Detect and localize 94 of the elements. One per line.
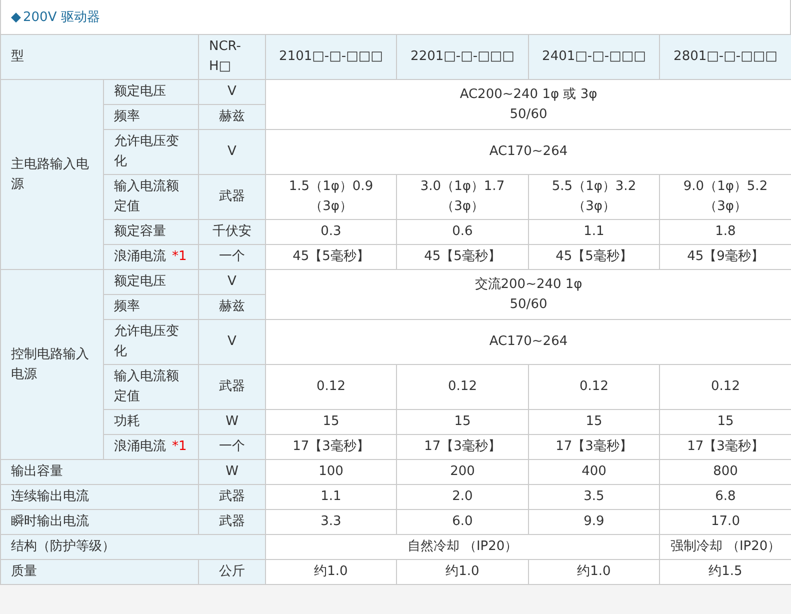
table-cell: 800 (660, 460, 791, 484)
header-cell: 2101□-□-□□□ (266, 34, 396, 80)
header-cell: 千伏安 (198, 220, 266, 244)
header-cell: 频率 (104, 104, 198, 130)
table-cell: 自然冷却 （IP20） (266, 534, 660, 560)
table-cell: 0.6 (396, 220, 528, 244)
table-cell: 15 (528, 410, 660, 434)
header-cell: 武器 (198, 484, 266, 510)
table-cell: 约1.5 (660, 560, 791, 584)
cell-text: 交流200~240 1φ (474, 276, 584, 294)
header-cell: 频率 (104, 294, 198, 320)
cell-text: 浪涌电流 (114, 439, 166, 454)
cell-text: NCR- (209, 38, 242, 56)
header-cell: W (198, 410, 266, 434)
cell-text: 浪涌电流 (114, 249, 166, 264)
table-cell: 400 (528, 460, 660, 484)
table-cell: 45【5毫秒】 (528, 244, 660, 270)
table-cell: 0.3 (266, 220, 396, 244)
table-cell: 17【3毫秒】 (266, 434, 396, 460)
header-cell: 2401□-□-□□□ (528, 34, 660, 80)
table-cell: 45【5毫秒】 (396, 244, 528, 270)
table-cell: 3.5 (528, 484, 660, 510)
cell-text: H□ (209, 58, 232, 76)
cell-text: 50/60 (508, 106, 548, 124)
header-cell: V (198, 320, 266, 364)
header-cell: 控制电路输入电源 (0, 270, 104, 460)
header-cell: 允许电压变化 (104, 130, 198, 174)
header-cell: 输入电流额定值 (104, 174, 198, 220)
table-cell: 15 (396, 410, 528, 434)
table-cell: 0.12 (660, 364, 791, 410)
header-cell: 武器 (198, 174, 266, 220)
header-cell: 主电路输入电源 (0, 80, 104, 270)
header-cell: 额定容量 (104, 220, 198, 244)
header-cell: 结构（防护等级） (0, 534, 266, 560)
table-cell: 约1.0 (266, 560, 396, 584)
header-cell: 2801□-□-□□□ (660, 34, 791, 80)
header-cell: 型 (0, 34, 198, 80)
table-cell: 0.12 (528, 364, 660, 410)
table-cell: 0.12 (396, 364, 528, 410)
table-cell: 1.8 (660, 220, 791, 244)
header-cell: 一个 (198, 244, 266, 270)
header-cell: V (198, 80, 266, 104)
table-cell: 1.5（1φ）0.9（3φ） (266, 174, 396, 220)
table-cell: 17【3毫秒】 (660, 434, 791, 460)
table-cell: AC170~264 (266, 130, 791, 174)
table-cell: 200 (396, 460, 528, 484)
table-cell: 1.1 (528, 220, 660, 244)
table-cell: 45【5毫秒】 (266, 244, 396, 270)
header-cell: 赫兹 (198, 104, 266, 130)
table-cell: 17【3毫秒】 (396, 434, 528, 460)
table-cell: 17.0 (660, 510, 791, 534)
table-cell: 6.8 (660, 484, 791, 510)
header-cell: 2201□-□-□□□ (396, 34, 528, 80)
header-cell: V (198, 130, 266, 174)
header-cell: 武器 (198, 510, 266, 534)
table-cell: 1.1 (266, 484, 396, 510)
table-cell: 15 (266, 410, 396, 434)
table-cell: 17【3毫秒】 (528, 434, 660, 460)
header-cell: 允许电压变化 (104, 320, 198, 364)
table-cell: 强制冷却 （IP20） (660, 534, 791, 560)
header-cell: 输出容量 (0, 460, 198, 484)
table-cell: 15 (660, 410, 791, 434)
header-cell: 赫兹 (198, 294, 266, 320)
cell-text: 50/60 (508, 296, 548, 314)
table-cell: 5.5（1φ）3.2（3φ） (528, 174, 660, 220)
table-cell: 约1.0 (528, 560, 660, 584)
table-cell: 3.3 (266, 510, 396, 534)
footnote-mark: *1 (172, 439, 187, 454)
section-title: 200V 驱动器 (23, 9, 100, 26)
header-cell: 连续输出电流 (0, 484, 198, 510)
header-cell: 额定电压 (104, 270, 198, 294)
header-cell: 质量 (0, 560, 198, 584)
header-cell: V (198, 270, 266, 294)
header-cell: 公斤 (198, 560, 266, 584)
table-cell: 100 (266, 460, 396, 484)
table-cell: AC170~264 (266, 320, 791, 364)
table-cell: 6.0 (396, 510, 528, 534)
table-cell: 45【9毫秒】 (660, 244, 791, 270)
header-cell: 额定电压 (104, 80, 198, 104)
table-cell: 0.12 (266, 364, 396, 410)
table-cell: 2.0 (396, 484, 528, 510)
table-cell: 3.0（1φ）1.7（3φ） (396, 174, 528, 220)
header-cell: 功耗 (104, 410, 198, 434)
table-cell: 9.9 (528, 510, 660, 534)
diamond-marker: ◆ (11, 10, 21, 24)
table-cell: 9.0（1φ）5.2（3φ） (660, 174, 791, 220)
header-cell: 武器 (198, 364, 266, 410)
header-cell: 瞬时输出电流 (0, 510, 198, 534)
cell-text: AC200~240 1φ 或 3φ (458, 86, 598, 104)
table-cell: 约1.0 (396, 560, 528, 584)
header-cell: 一个 (198, 434, 266, 460)
footnote-mark: *1 (172, 249, 187, 264)
header-cell: W (198, 460, 266, 484)
header-cell: 输入电流额定值 (104, 364, 198, 410)
